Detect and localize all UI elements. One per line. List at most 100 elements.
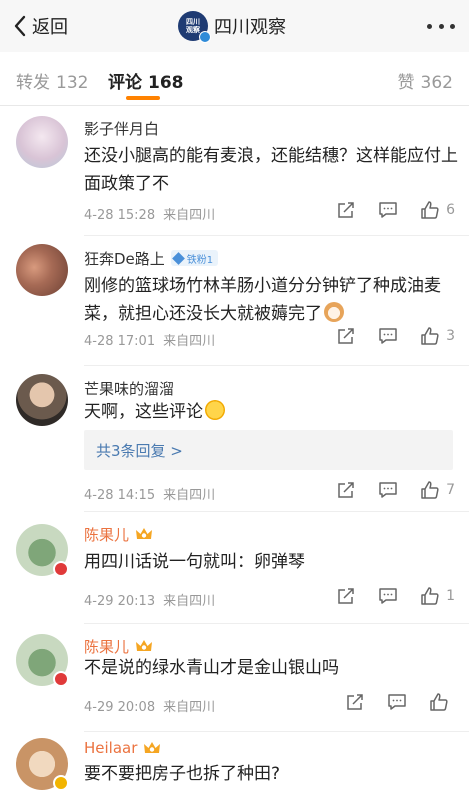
comment-text: 用四川话说一句就叫：卵弹琴 bbox=[84, 552, 305, 572]
reply-button[interactable] bbox=[378, 326, 398, 346]
share-icon bbox=[338, 482, 354, 498]
account-logo[interactable]: 四川观察 bbox=[178, 11, 211, 43]
more-dot-icon bbox=[450, 23, 455, 29]
comment-source: 来自四川 bbox=[163, 208, 216, 223]
back-label: 返回 bbox=[32, 17, 68, 38]
share-button[interactable] bbox=[345, 692, 365, 712]
avatar[interactable] bbox=[16, 634, 69, 687]
share-button[interactable] bbox=[336, 480, 356, 500]
avatar[interactable] bbox=[16, 524, 69, 577]
fan-level-label: 铁粉1 bbox=[186, 254, 214, 266]
avatar-image bbox=[16, 116, 68, 168]
avatar-image bbox=[16, 374, 68, 426]
comment-source: 来自四川 bbox=[163, 700, 216, 715]
comment-item: 陈果儿 用四川话说一句就叫：卵弹琴 4-29 20:13 来自四川 1 bbox=[0, 512, 469, 624]
comment-author[interactable]: 影子伴月白 bbox=[84, 118, 159, 139]
comment-item: 陈果儿 不是说的绿水青山才是金山银山吗 4-29 20:08 来自四川 bbox=[0, 624, 469, 732]
reply-button[interactable] bbox=[387, 692, 407, 712]
like-count: 7 bbox=[446, 482, 455, 498]
share-button[interactable] bbox=[336, 326, 356, 346]
avatar[interactable] bbox=[16, 116, 68, 168]
chevron-left-icon bbox=[14, 15, 26, 37]
diamond-icon bbox=[171, 251, 185, 265]
share-button[interactable] bbox=[336, 586, 356, 606]
tab-repost-count: 132 bbox=[56, 73, 89, 93]
like-button[interactable] bbox=[429, 692, 455, 712]
crying-laughing-emoji-icon bbox=[205, 400, 225, 420]
comment-actions: 6 bbox=[336, 200, 455, 220]
active-tab-indicator bbox=[126, 96, 160, 100]
like-button[interactable]: 6 bbox=[420, 200, 455, 220]
comment-author-row: Heilaar bbox=[84, 738, 161, 758]
view-replies-button[interactable]: 共3条回复 > bbox=[84, 430, 453, 470]
comment-author-row: 影子伴月白 bbox=[84, 118, 159, 138]
thumbs-up-icon bbox=[430, 693, 448, 711]
comment-text-body: 刚修的篮球场竹林羊肠小道分分钟铲了种成油麦菜，就担心还没长大就被薅完了 bbox=[84, 276, 441, 324]
tab-repost-label: 转发 bbox=[16, 73, 50, 93]
more-dot-icon bbox=[427, 23, 432, 29]
like-count: 6 bbox=[446, 202, 455, 218]
back-button[interactable]: 返回 bbox=[12, 12, 68, 40]
avatar[interactable] bbox=[16, 738, 69, 791]
comment-icon bbox=[379, 588, 397, 604]
avatar-image bbox=[16, 244, 68, 296]
page-title-group: 四川观察 四川观察 bbox=[178, 10, 286, 43]
tab-comment[interactable]: 评论 168 bbox=[108, 68, 184, 93]
comment-time: 4-28 15:28 bbox=[84, 208, 156, 223]
comment-actions: 1 bbox=[336, 586, 455, 606]
cat-emoji-icon bbox=[324, 302, 344, 322]
like-button[interactable]: 1 bbox=[420, 586, 455, 606]
tab-bar: 转发 132 评论 168 赞 362 bbox=[0, 52, 469, 106]
comment-item: 狂奔De路上 铁粉1 刚修的篮球场竹林羊肠小道分分钟铲了种成油麦菜，就担心还没长… bbox=[0, 236, 469, 366]
comment-meta: 4-28 17:01 来自四川 bbox=[84, 330, 215, 349]
share-icon bbox=[338, 328, 354, 344]
crown-member-icon bbox=[144, 742, 161, 753]
like-button[interactable]: 3 bbox=[420, 326, 455, 346]
comment-author[interactable]: 陈果儿 bbox=[84, 524, 129, 545]
comment-source: 来自四川 bbox=[163, 594, 216, 609]
fan-level-badge: 铁粉1 bbox=[170, 250, 219, 266]
comment-author-row: 狂奔De路上 铁粉1 bbox=[84, 248, 219, 269]
share-icon bbox=[338, 202, 354, 218]
comment-actions: 7 bbox=[336, 480, 455, 500]
share-button[interactable] bbox=[336, 200, 356, 220]
thumbs-up-icon bbox=[421, 481, 439, 499]
reply-button[interactable] bbox=[378, 200, 398, 220]
comment-icon bbox=[379, 328, 397, 344]
comment-author-row: 陈果儿 bbox=[84, 636, 153, 656]
page-title: 四川观察 bbox=[214, 17, 286, 38]
comment-text-body: 天啊，这些评论 bbox=[84, 402, 203, 422]
comment-actions: 3 bbox=[336, 326, 455, 346]
tab-repost[interactable]: 转发 132 bbox=[16, 68, 88, 93]
tab-like[interactable]: 赞 362 bbox=[398, 68, 453, 93]
comment-time: 4-29 20:08 bbox=[84, 700, 156, 715]
reply-button[interactable] bbox=[378, 480, 398, 500]
crown-member-icon bbox=[136, 528, 153, 539]
comment-author[interactable]: Heilaar bbox=[84, 739, 137, 757]
comment-author[interactable]: 芒果味的溜溜 bbox=[84, 378, 174, 399]
thumbs-up-icon bbox=[421, 587, 439, 605]
comment-source: 来自四川 bbox=[163, 334, 216, 349]
more-options-button[interactable] bbox=[427, 14, 455, 38]
comment-icon bbox=[379, 482, 397, 498]
verified-badge-icon bbox=[199, 31, 211, 43]
comment-text: 要不要把房子也拆了种田? bbox=[84, 764, 281, 784]
avatar[interactable] bbox=[16, 244, 68, 296]
comment-time: 4-29 20:13 bbox=[84, 594, 156, 609]
comment-author[interactable]: 狂奔De路上 bbox=[84, 248, 165, 269]
comment-item: 芒果味的溜溜 天啊，这些评论 共3条回复 > 4-28 14:15 来自四川 7 bbox=[0, 366, 469, 512]
comment-author-row: 芒果味的溜溜 bbox=[84, 378, 174, 398]
comment-text: 还没小腿高的能有麦浪，还能结穗？这样能应付上面政策了不 bbox=[84, 146, 458, 194]
comment-text: 天啊，这些评论 bbox=[84, 398, 459, 426]
comment-meta: 4-29 20:08 来自四川 bbox=[84, 696, 215, 715]
more-dot-icon bbox=[438, 23, 444, 29]
thumbs-up-icon bbox=[421, 327, 439, 345]
like-count: 3 bbox=[446, 328, 455, 344]
like-button[interactable]: 7 bbox=[420, 480, 455, 500]
reply-button[interactable] bbox=[378, 586, 398, 606]
comment-source: 来自四川 bbox=[163, 488, 216, 503]
region-badge-icon bbox=[53, 561, 69, 577]
thumbs-up-icon bbox=[421, 201, 439, 219]
avatar[interactable] bbox=[16, 374, 68, 426]
comment-meta: 4-28 15:28 来自四川 bbox=[84, 204, 215, 223]
